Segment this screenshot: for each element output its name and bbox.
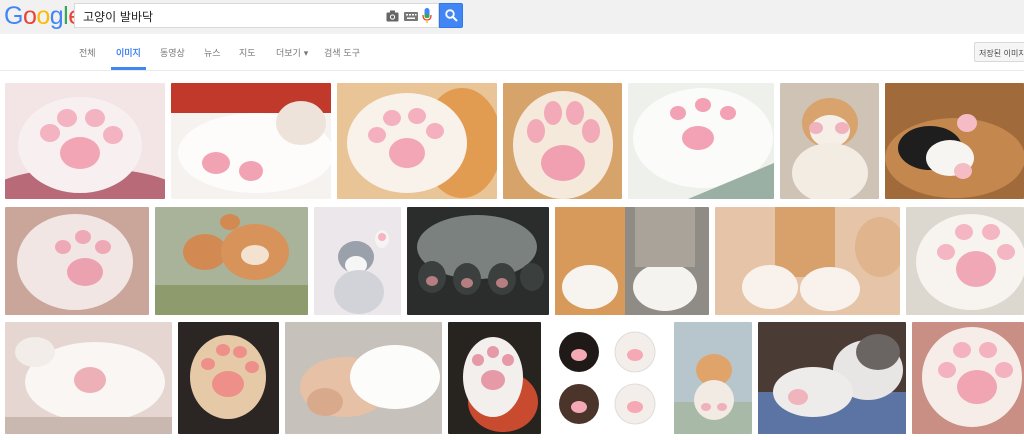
tab-videos[interactable]: 동영상 <box>160 46 185 59</box>
image-result[interactable] <box>285 322 442 434</box>
active-tab-indicator <box>111 67 146 70</box>
microphone-icon[interactable] <box>422 8 432 24</box>
image-result[interactable] <box>674 322 752 434</box>
keyboard-icon[interactable] <box>404 12 418 21</box>
camera-icon[interactable] <box>386 10 399 22</box>
tab-images[interactable]: 이미지 <box>116 46 141 59</box>
image-result[interactable] <box>448 322 541 434</box>
search-input[interactable]: 고양이 발바닥 <box>74 3 439 28</box>
image-result[interactable] <box>178 322 279 434</box>
image-result[interactable] <box>503 83 622 199</box>
image-result[interactable] <box>171 83 331 199</box>
search-icon <box>445 9 458 22</box>
tab-search-tools[interactable]: 검색 도구 <box>324 46 360 59</box>
google-logo[interactable]: Google <box>4 3 82 29</box>
image-result[interactable] <box>314 207 401 315</box>
image-result[interactable] <box>337 83 497 199</box>
image-result[interactable] <box>407 207 549 315</box>
search-tabs-bar: 전체 이미지 동영상 뉴스 지도 더보기 ▾ 검색 도구 <box>0 34 1024 71</box>
top-bar: Google 고양이 발바닥 <box>0 0 1024 34</box>
search-query-text: 고양이 발바닥 <box>83 10 154 24</box>
logo-letter: o <box>22 2 37 30</box>
image-result[interactable] <box>912 322 1024 434</box>
tab-news[interactable]: 뉴스 <box>204 46 221 59</box>
image-result[interactable] <box>555 207 709 315</box>
image-result[interactable] <box>5 83 165 199</box>
tab-all[interactable]: 전체 <box>79 46 96 59</box>
image-result[interactable] <box>715 207 900 315</box>
image-results-grid <box>0 71 1024 440</box>
image-result[interactable] <box>547 322 667 434</box>
image-result[interactable] <box>155 207 308 315</box>
logo-letter: g <box>49 2 64 30</box>
logo-letter: o <box>36 2 50 30</box>
saved-images-button[interactable]: 저장된 이미지 <box>974 42 1024 62</box>
search-button[interactable] <box>439 3 463 28</box>
image-result[interactable] <box>5 207 149 315</box>
image-result[interactable] <box>5 322 172 434</box>
image-result[interactable] <box>885 83 1024 199</box>
logo-letter: G <box>4 2 23 30</box>
image-result[interactable] <box>906 207 1024 315</box>
tab-maps[interactable]: 지도 <box>239 46 256 59</box>
image-result[interactable] <box>780 83 879 199</box>
image-result[interactable] <box>758 322 906 434</box>
tab-more[interactable]: 더보기 ▾ <box>276 46 308 59</box>
image-result[interactable] <box>628 83 774 199</box>
